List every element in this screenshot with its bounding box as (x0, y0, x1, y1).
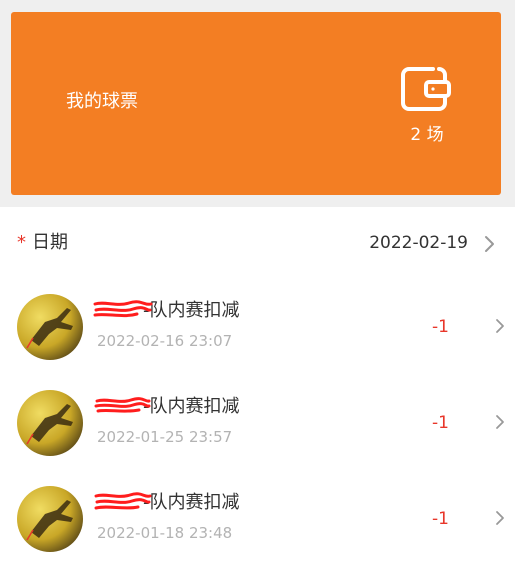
record-time: 2022-01-18 23:48 (97, 524, 233, 542)
date-label: 日期 (32, 232, 68, 253)
avatar (17, 390, 83, 456)
wallet-icon (401, 67, 451, 111)
avatar (17, 294, 83, 360)
redaction-mark (94, 397, 151, 413)
chevron-right-icon (496, 415, 504, 429)
record-item[interactable]: -队内赛扣减 2022-01-18 23:48 -1 (0, 486, 515, 568)
record-delta: -1 (432, 413, 449, 433)
required-mark: * (17, 232, 26, 253)
ticket-count: 2 场 (410, 125, 444, 145)
chevron-right-icon (496, 319, 504, 333)
chevron-right-icon (496, 511, 504, 525)
ticket-card-title: 我的球票 (66, 91, 138, 112)
date-value: 2022-02-19 (369, 233, 468, 253)
record-time: 2022-02-16 23:07 (97, 332, 233, 350)
avatar (17, 486, 83, 552)
date-picker-row[interactable]: * 日期 2022-02-19 (0, 222, 515, 264)
record-item[interactable]: -队内赛扣减 2022-01-25 23:57 -1 (0, 390, 515, 480)
redaction-mark (94, 492, 152, 510)
record-delta: -1 (432, 317, 449, 337)
record-delta: -1 (432, 509, 449, 529)
chevron-right-icon (485, 236, 494, 252)
header-area: 我的球票 2 场 (0, 0, 515, 207)
record-item[interactable]: -队内赛扣减 2022-02-16 23:07 -1 (0, 294, 515, 384)
ticket-card[interactable]: 我的球票 2 场 (11, 12, 501, 195)
record-time: 2022-01-25 23:57 (97, 428, 233, 446)
redaction-mark (93, 300, 153, 318)
page: 我的球票 2 场 * 日期 2022-02-19 -队内赛扣减 2022-02-… (0, 0, 515, 568)
